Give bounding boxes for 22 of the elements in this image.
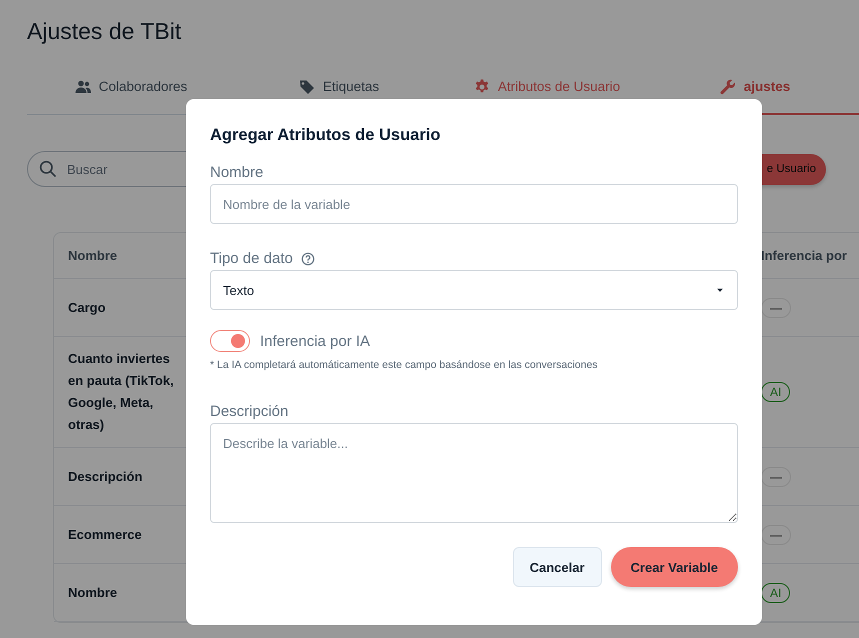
help-icon	[300, 252, 315, 266]
type-select[interactable]: Texto	[210, 270, 738, 310]
toggle-switch[interactable]	[210, 330, 250, 352]
field-label: Descripción	[210, 403, 290, 420]
tab[interactable]: Etiquetas	[235, 76, 443, 115]
users-icon	[74, 78, 91, 94]
wrench-icon	[720, 78, 736, 94]
input-field[interactable]: Nombre de la variable	[210, 184, 738, 224]
field-label: Nombre	[210, 164, 264, 181]
help-text: * La IA completará automáticamente este campo basándose en las conversaciones	[210, 359, 599, 371]
tab[interactable]: Atributos de Usuario	[443, 76, 651, 115]
tab[interactable]: Colaboradores	[27, 76, 235, 115]
search-icon	[39, 160, 57, 178]
tag-icon	[298, 78, 315, 94]
description-field[interactable]: Describe la variable...	[210, 423, 738, 523]
cancel-button[interactable]: Cancelar	[512, 547, 602, 587]
create-button[interactable]: Crear Variable	[610, 547, 738, 587]
page-title: Ajustes de TBit	[27, 17, 182, 46]
gear-icon	[474, 78, 490, 94]
toggle-label: Inferencia por IA	[260, 332, 370, 350]
dialog-title: Agregar Atributos de Usuario	[210, 126, 442, 145]
field-label: Tipo de dato	[210, 250, 293, 267]
